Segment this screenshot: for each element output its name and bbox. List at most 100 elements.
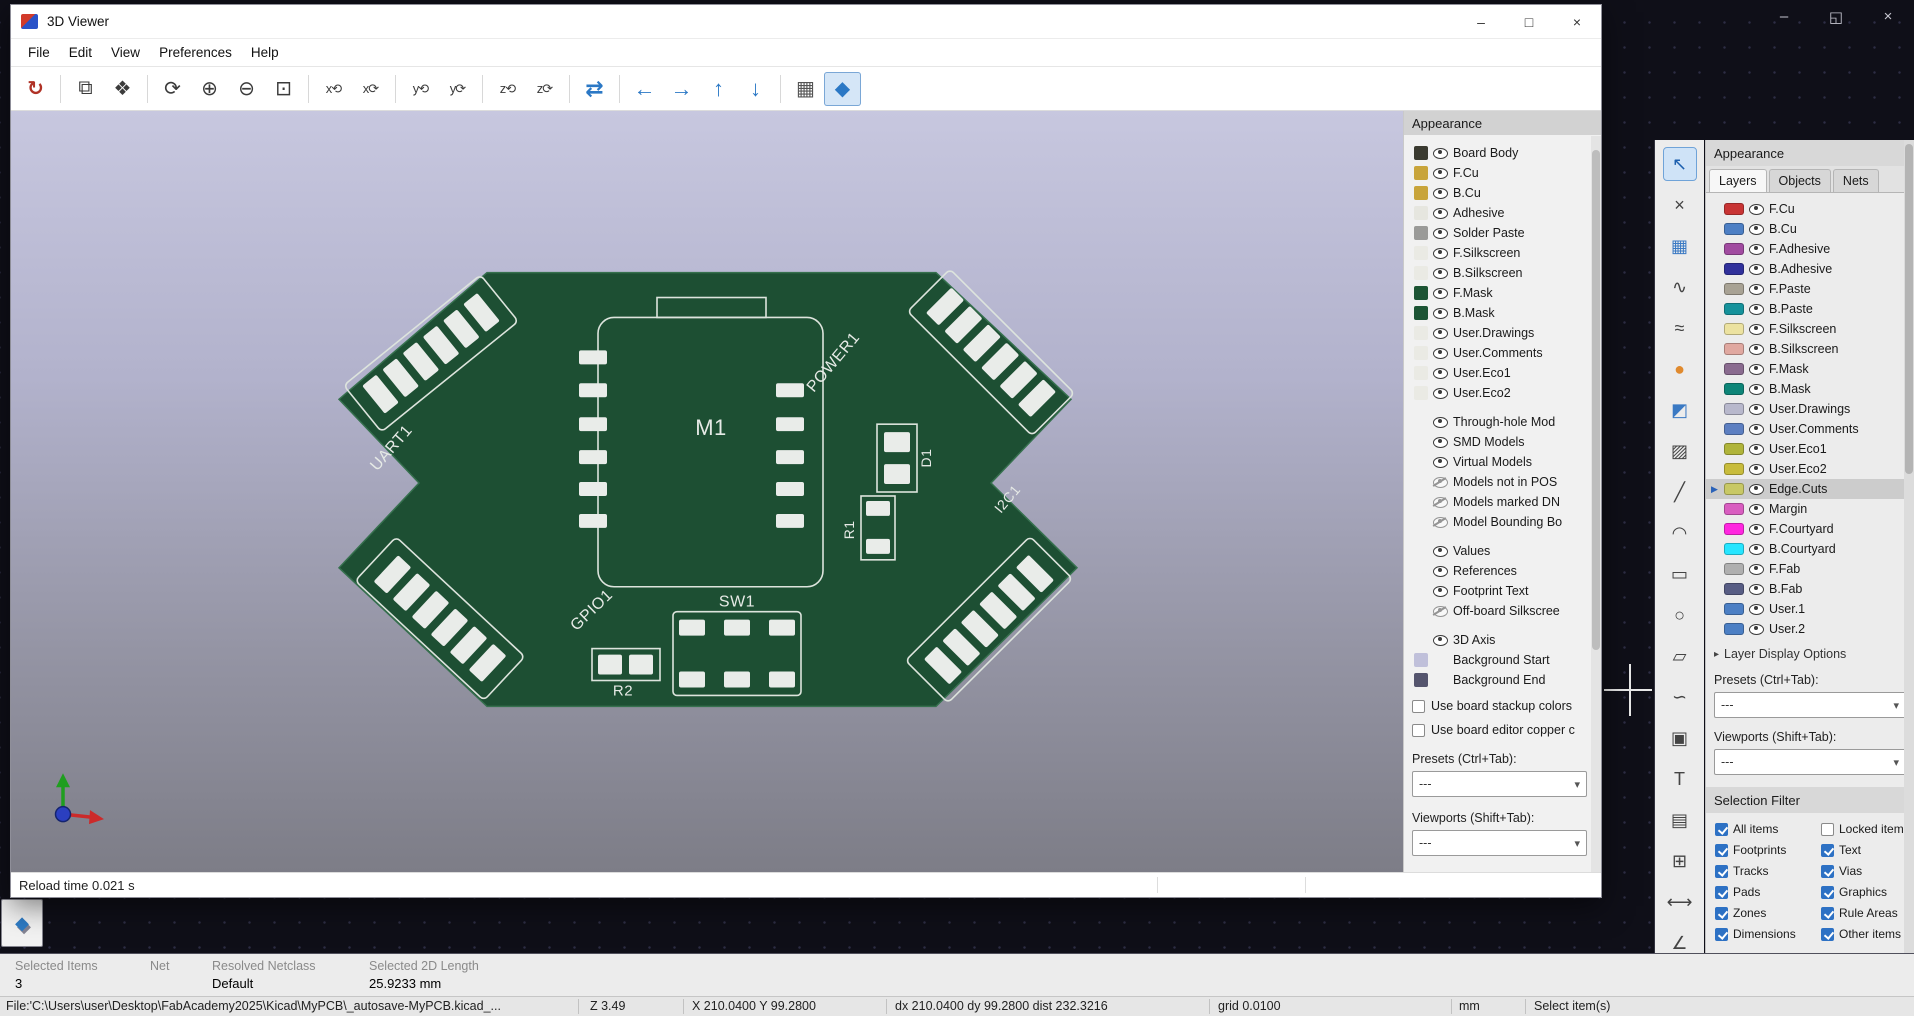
appearance-row[interactable]: Board Body xyxy=(1404,143,1601,163)
layer-visibility-eye-icon[interactable] xyxy=(1749,243,1764,255)
layer-row[interactable]: F.Paste xyxy=(1706,279,1914,299)
appearance-row[interactable]: B.Silkscreen xyxy=(1404,263,1601,283)
rotate-y-cw-icon[interactable]: y⟲ xyxy=(402,72,439,106)
highlight-net-icon[interactable]: × xyxy=(1664,189,1696,221)
layer-visibility-eye-icon[interactable] xyxy=(1749,343,1764,355)
checkbox[interactable] xyxy=(1715,843,1728,857)
appearance-row[interactable]: Background Start xyxy=(1404,650,1601,670)
3d-viewport[interactable]: M1 POWER1 UART1 GPIO1 I2C1 SW1 R2 D1 R1 xyxy=(11,111,1403,872)
rotate-x-cw-icon[interactable]: x⟲ xyxy=(315,72,352,106)
visibility-eye-icon[interactable] xyxy=(1433,247,1448,259)
checkbox[interactable] xyxy=(1821,885,1834,899)
move-left-icon[interactable]: ← xyxy=(626,72,663,106)
checkbox[interactable] xyxy=(1715,927,1728,941)
layer-color-swatch[interactable] xyxy=(1724,523,1744,535)
visibility-eye-icon[interactable] xyxy=(1433,634,1448,646)
layer-row[interactable]: User.Drawings xyxy=(1706,399,1914,419)
layer-row[interactable]: B.Silkscreen xyxy=(1706,339,1914,359)
color-swatch[interactable] xyxy=(1414,455,1428,469)
color-swatch[interactable] xyxy=(1414,515,1428,529)
layer-visibility-eye-icon[interactable] xyxy=(1749,603,1764,615)
layer-color-swatch[interactable] xyxy=(1724,423,1744,435)
appearance-row[interactable]: User.Drawings xyxy=(1404,323,1601,343)
layer-row[interactable]: F.Fab xyxy=(1706,559,1914,579)
color-swatch[interactable] xyxy=(1414,673,1428,687)
layer-row[interactable]: B.Cu xyxy=(1706,219,1914,239)
appearance-row[interactable]: B.Cu xyxy=(1404,183,1601,203)
layer-visibility-eye-icon[interactable] xyxy=(1749,223,1764,235)
rotate-x-ccw-icon[interactable]: x⟳ xyxy=(352,72,389,106)
add-text-icon[interactable]: T xyxy=(1664,763,1696,795)
menu-preferences[interactable]: Preferences xyxy=(150,42,241,63)
layer-row[interactable]: User.Comments xyxy=(1706,419,1914,439)
color-swatch[interactable] xyxy=(1414,226,1428,240)
reload-board-icon[interactable]: ↻ xyxy=(17,72,54,106)
layer-color-swatch[interactable] xyxy=(1724,363,1744,375)
layer-row[interactable]: F.Adhesive xyxy=(1706,239,1914,259)
appearance-row[interactable]: F.Mask xyxy=(1404,283,1601,303)
rule-area-icon[interactable]: ▨ xyxy=(1664,435,1696,467)
window-titlebar[interactable]: 3D Viewer – □ × xyxy=(11,5,1601,39)
move-down-icon[interactable]: ↓ xyxy=(737,72,774,106)
menu-edit[interactable]: Edit xyxy=(60,42,101,63)
visibility-eye-icon[interactable] xyxy=(1433,436,1448,448)
color-swatch[interactable] xyxy=(1414,186,1428,200)
selection-filter-item[interactable]: Text xyxy=(1821,843,1914,857)
color-swatch[interactable] xyxy=(1414,346,1428,360)
selection-filter-item[interactable]: Locked items xyxy=(1821,822,1914,836)
layer-color-swatch[interactable] xyxy=(1724,343,1744,355)
color-swatch[interactable] xyxy=(1414,633,1428,647)
layer-color-swatch[interactable] xyxy=(1724,223,1744,235)
visibility-eye-icon[interactable] xyxy=(1433,347,1448,359)
checkbox[interactable] xyxy=(1412,699,1425,713)
layer-color-swatch[interactable] xyxy=(1724,603,1744,615)
rotate-z-ccw-icon[interactable]: z⟳ xyxy=(526,72,563,106)
visibility-eye-icon[interactable] xyxy=(1433,416,1448,428)
layer-row[interactable]: F.Courtyard xyxy=(1706,519,1914,539)
appearance-row[interactable]: B.Mask xyxy=(1404,303,1601,323)
layer-row[interactable]: User.Eco2 xyxy=(1706,459,1914,479)
layer-row[interactable]: ▶ Edge.Cuts xyxy=(1706,479,1914,499)
rotate-z-cw-icon[interactable]: z⟲ xyxy=(489,72,526,106)
layer-color-swatch[interactable] xyxy=(1724,463,1744,475)
checkbox[interactable] xyxy=(1715,885,1728,899)
visibility-eye-icon[interactable] xyxy=(1433,565,1448,577)
move-up-icon[interactable]: ↑ xyxy=(700,72,737,106)
orthographic-projection-icon[interactable]: ▦ xyxy=(787,72,824,106)
appearance-row[interactable]: User.Eco2 xyxy=(1404,383,1601,403)
appearance-row[interactable]: User.Eco1 xyxy=(1404,363,1601,383)
zoom-fit-icon[interactable]: ⊡ xyxy=(265,72,302,106)
appearance-row[interactable]: Model Bounding Bo xyxy=(1404,512,1601,532)
selection-filter-item[interactable]: Graphics xyxy=(1821,885,1914,899)
layer-color-swatch[interactable] xyxy=(1724,443,1744,455)
layer-visibility-eye-icon[interactable] xyxy=(1749,543,1764,555)
appearance-row[interactable]: F.Cu xyxy=(1404,163,1601,183)
color-swatch[interactable] xyxy=(1414,584,1428,598)
layer-visibility-eye-icon[interactable] xyxy=(1749,283,1764,295)
visibility-eye-icon[interactable] xyxy=(1433,227,1448,239)
layer-visibility-eye-icon[interactable] xyxy=(1749,523,1764,535)
visibility-eye-icon[interactable] xyxy=(1433,585,1448,597)
appearance-row[interactable]: Off-board Silkscree xyxy=(1404,601,1601,621)
layer-color-swatch[interactable] xyxy=(1724,543,1744,555)
menu-file[interactable]: File xyxy=(19,42,59,63)
layer-color-swatch[interactable] xyxy=(1724,623,1744,635)
copy-image-icon[interactable]: ⧉ xyxy=(67,72,104,106)
appearance-row[interactable]: Solder Paste xyxy=(1404,223,1601,243)
color-swatch[interactable] xyxy=(1414,435,1428,449)
color-swatch[interactable] xyxy=(1414,386,1428,400)
visibility-eye-icon[interactable] xyxy=(1433,367,1448,379)
appearance-row[interactable]: Adhesive xyxy=(1404,203,1601,223)
layer-row[interactable]: F.Cu xyxy=(1706,199,1914,219)
tab-objects[interactable]: Objects xyxy=(1768,169,1831,192)
layer-color-swatch[interactable] xyxy=(1724,323,1744,335)
layer-row[interactable]: Margin xyxy=(1706,499,1914,519)
checkbox[interactable] xyxy=(1821,822,1834,836)
layer-visibility-eye-icon[interactable] xyxy=(1749,263,1764,275)
checkbox[interactable] xyxy=(1821,906,1834,920)
layer-row[interactable]: F.Silkscreen xyxy=(1706,319,1914,339)
rotate-y-ccw-icon[interactable]: y⟳ xyxy=(439,72,476,106)
checkbox[interactable] xyxy=(1821,864,1834,878)
draw-line-icon[interactable]: ╱ xyxy=(1664,476,1696,508)
layer-visibility-eye-icon[interactable] xyxy=(1749,203,1764,215)
